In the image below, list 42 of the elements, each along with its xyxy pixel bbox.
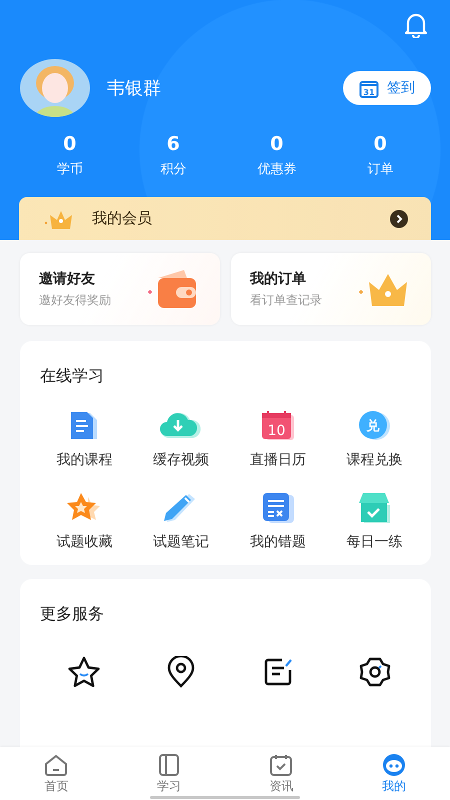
- section-title: 在线学习: [40, 366, 104, 387]
- star-outline-icon[interactable]: [67, 656, 102, 688]
- promo-subtitle: 邀好友得奖励: [39, 292, 112, 308]
- stat-label: 学币: [56, 161, 83, 178]
- chevron-right-icon[interactable]: [390, 210, 408, 228]
- stat-value: 0: [374, 133, 387, 155]
- user-name: 韦银群: [107, 77, 162, 100]
- promo-subtitle: 看订单查记录: [250, 292, 323, 308]
- promo-card[interactable]: 我的订单 看订单查记录: [231, 253, 431, 325]
- calendar-check-icon: [268, 753, 294, 777]
- stat-value: 0: [270, 133, 284, 155]
- promo-title: 邀请好友: [39, 270, 96, 288]
- bell-icon[interactable]: [404, 12, 428, 38]
- member-label: 我的会员: [92, 209, 153, 228]
- home-icon: [43, 753, 70, 777]
- tab[interactable]: 我的: [338, 747, 450, 795]
- menu-item-label[interactable]: 试题收藏: [56, 533, 112, 551]
- stat-value: 6: [166, 133, 180, 155]
- menu-item-label[interactable]: 我的课程: [56, 451, 112, 469]
- tab[interactable]: 资讯: [225, 747, 338, 795]
- face-icon: [380, 753, 407, 777]
- promo-title: 我的订单: [250, 270, 307, 288]
- menu-item-label[interactable]: 我的错题: [250, 533, 306, 551]
- section-title: 更多服务: [40, 604, 104, 625]
- tab[interactable]: 学习: [112, 747, 225, 795]
- calendar-icon: 31: [359, 78, 379, 98]
- check-in-button[interactable]: 31 签到: [343, 71, 431, 105]
- stat-label: 优惠券: [257, 161, 296, 178]
- cloud-download-icon[interactable]: [159, 411, 204, 441]
- menu-item-label[interactable]: 每日一练: [346, 533, 403, 551]
- menu-item-label[interactable]: 试题笔记: [153, 533, 210, 551]
- avatar[interactable]: [20, 58, 90, 118]
- tab[interactable]: 首页: [0, 747, 112, 795]
- menu-item-label[interactable]: 直播日历: [250, 451, 306, 469]
- location-pin-icon[interactable]: [166, 656, 196, 688]
- settings-icon[interactable]: [358, 656, 392, 688]
- stat-value: 0: [63, 133, 76, 155]
- stat-label: 订单: [367, 161, 394, 178]
- menu-item-label[interactable]: 缓存视频: [153, 451, 210, 469]
- menu-item-label[interactable]: 课程兑换: [346, 451, 403, 469]
- stat-label: 积分: [160, 161, 186, 178]
- promo-card[interactable]: 邀请好友 邀好友得奖励: [20, 253, 220, 325]
